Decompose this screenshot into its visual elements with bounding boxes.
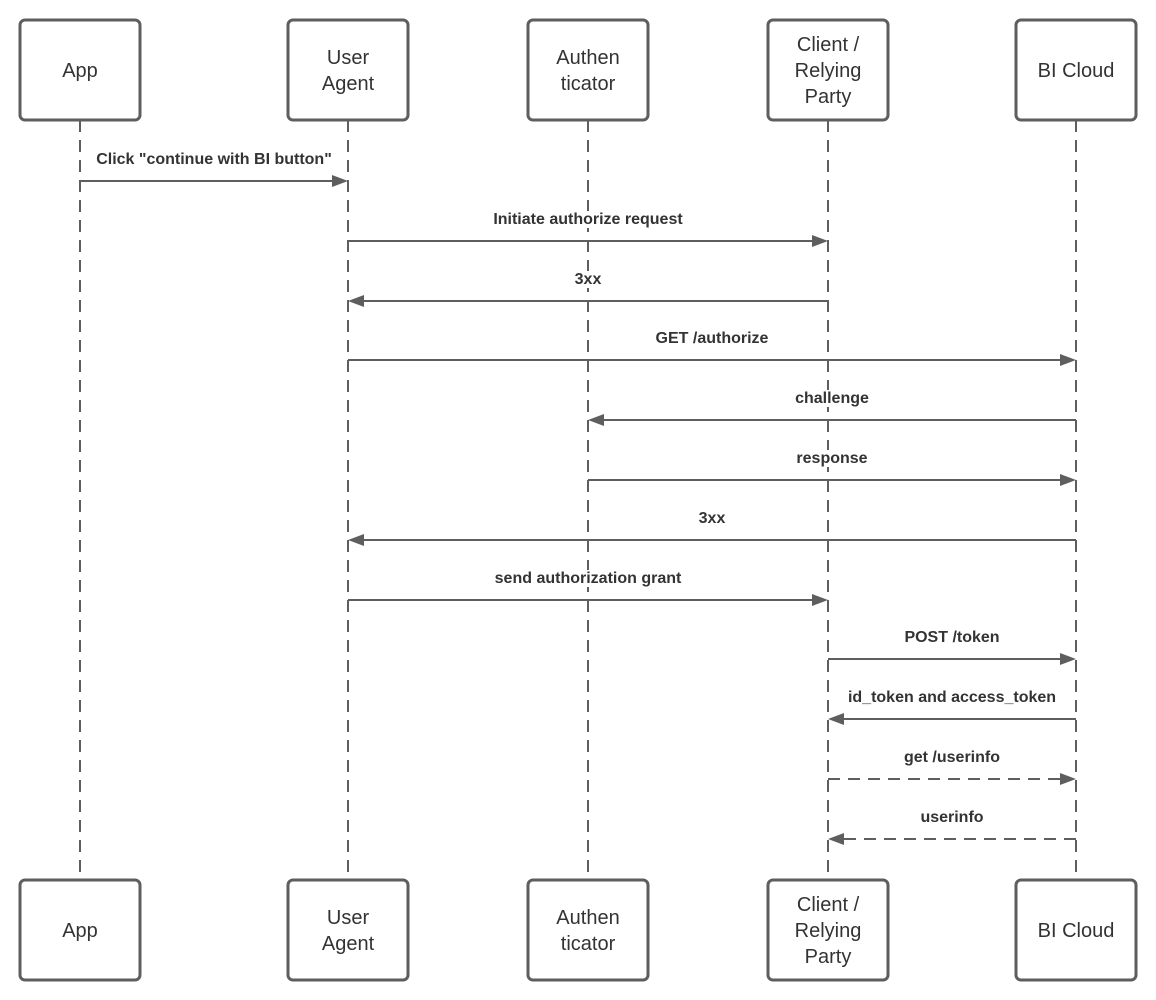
arrowhead-icon [1060,354,1076,366]
actor-label: Relying [795,60,862,82]
actor-label: Client / [797,34,860,56]
actor-label: Authen [556,47,619,69]
actor-app-top[interactable]: App [18,18,142,122]
arrowhead-icon [812,235,828,247]
actor-label: BI Cloud [1038,60,1115,82]
message-label: 3xx [575,271,602,288]
actor-app-bottom[interactable]: App [18,878,142,982]
actor-box [526,18,650,122]
arrowhead-icon [1060,474,1076,486]
actor-label: User [327,907,370,929]
message[interactable]: get /userinfo [828,749,1076,785]
message-label: send authorization grant [495,570,682,587]
actor-label: ticator [561,73,616,95]
message-label: GET /authorize [656,330,769,347]
messages: Click "continue with BI button" Initiate … [80,151,1076,845]
message[interactable]: Click "continue with BI button" [80,151,348,187]
actor-client-bottom[interactable]: Client / Relying Party [766,878,890,982]
arrowhead-icon [588,414,604,426]
actor-authenticator-top[interactable]: Authen ticator [526,18,650,122]
arrowhead-icon [812,594,828,606]
actor-label: Client / [797,894,860,916]
arrowhead-icon [348,295,364,307]
actors-top: App User Agent Authen ticator Client / Relying… [18,18,1138,122]
actor-label: Agent [322,933,375,955]
actor-label: App [62,60,98,82]
actor-label: App [62,920,98,942]
actor-box [526,878,650,982]
arrowhead-icon [332,175,348,187]
actor-user-agent-top[interactable]: User Agent [286,18,410,122]
actor-user-agent-bottom[interactable]: User Agent [286,878,410,982]
actor-label: Party [805,946,852,968]
actor-label: Party [805,86,852,108]
actor-label: Authen [556,907,619,929]
actor-bi-cloud-top[interactable]: BI Cloud [1014,18,1138,122]
message-label: id_token and access_token [848,689,1056,706]
actor-label: ticator [561,933,616,955]
message[interactable]: response [588,450,1076,486]
actor-box [286,18,410,122]
arrowhead-icon [1060,653,1076,665]
arrowhead-icon [348,534,364,546]
message[interactable]: POST /token [828,629,1076,665]
actor-label: BI Cloud [1038,920,1115,942]
actor-bi-cloud-bottom[interactable]: BI Cloud [1014,878,1138,982]
message-label: response [796,450,867,467]
message[interactable]: id_token and access_token [828,689,1076,725]
arrowhead-icon [1060,773,1076,785]
message[interactable]: userinfo [828,809,1076,845]
message-label: 3xx [699,510,726,527]
message-label: POST /token [904,629,999,646]
arrowhead-icon [828,833,844,845]
actor-client-top[interactable]: Client / Relying Party [766,18,890,122]
message-label: get /userinfo [904,749,1000,766]
actor-label: Agent [322,73,375,95]
actors-bottom: App User Agent Authen ticator Client / Relying… [18,878,1138,982]
actor-label: Relying [795,920,862,942]
actor-label: User [327,47,370,69]
arrowhead-icon [828,713,844,725]
message-label: Initiate authorize request [493,211,683,228]
message-label: userinfo [920,809,983,826]
actor-authenticator-bottom[interactable]: Authen ticator [526,878,650,982]
message[interactable]: challenge [588,390,1076,426]
message-label: Click "continue with BI button" [96,151,332,168]
message[interactable]: 3xx [348,510,1076,546]
message-label: challenge [795,390,869,407]
sequence-diagram: Click "continue with BI button" Initiate … [18,18,1138,982]
message[interactable]: GET /authorize [348,330,1076,366]
actor-box [286,878,410,982]
